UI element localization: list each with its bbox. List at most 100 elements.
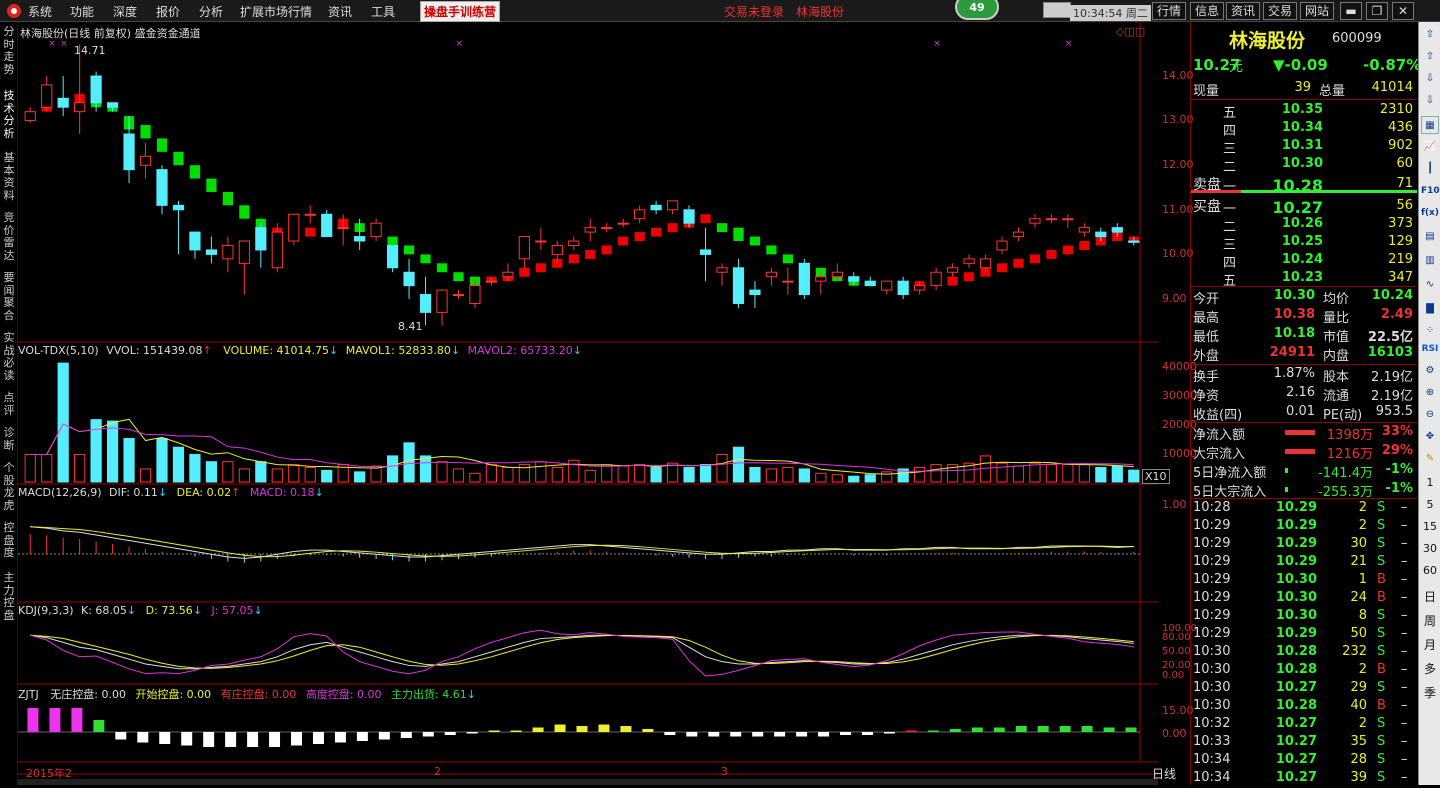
fund-icon[interactable]: F10	[1421, 182, 1440, 200]
menu-system[interactable]: 系统	[28, 3, 52, 20]
tab-technical[interactable]: 技术分析	[1, 89, 17, 150]
fx-icon[interactable]: f(x)	[1421, 204, 1439, 222]
rsi-icon[interactable]: RSI	[1421, 340, 1439, 358]
arrow-down-icon[interactable]: ⇩	[1421, 70, 1439, 88]
bid-volume: 129	[1388, 234, 1413, 249]
nav-info-button[interactable]: 信息	[1190, 2, 1224, 20]
bid-row: 一 10.27 56	[1191, 198, 1417, 217]
chart-icon[interactable]: ▦	[1421, 116, 1439, 134]
period-week[interactable]: 周	[1421, 612, 1439, 630]
login-status[interactable]: 交易未登录	[724, 3, 784, 20]
tab-news-digest[interactable]: 要闻聚合	[1, 271, 17, 332]
menu-tools[interactable]: 工具	[371, 3, 395, 20]
tick-volume: 24	[1350, 590, 1367, 605]
channel-block	[568, 254, 579, 264]
bid-price: 10.26	[1281, 216, 1323, 231]
stat-value: 24911	[1269, 345, 1315, 360]
line-chart-icon[interactable]: 📈	[1421, 138, 1439, 156]
grid-icon[interactable]: ▤	[1421, 228, 1439, 246]
candle-icon[interactable]: ┃	[1421, 160, 1439, 178]
tick-side: S	[1377, 554, 1386, 569]
stat-label: 量比	[1323, 311, 1350, 326]
total-volume: 41014	[1371, 80, 1413, 95]
resize-handle-icon[interactable]	[1043, 2, 1071, 18]
arrow-down-icon[interactable]: ⇩	[1421, 92, 1439, 110]
nav-news-button[interactable]: 资讯	[1226, 2, 1260, 20]
bar-chart-icon[interactable]: ▇	[1421, 300, 1439, 318]
arrow-up-icon[interactable]: ⇧	[1421, 48, 1439, 66]
menu-depth[interactable]: 深度	[113, 3, 137, 20]
last-volume: 39	[1294, 80, 1311, 95]
period-quarter[interactable]: 季	[1421, 684, 1439, 702]
arrow-up-icon[interactable]: ⇧	[1421, 26, 1439, 44]
nav-trade-button[interactable]: 交易	[1263, 2, 1297, 20]
tick-row: 10:29 10.29 50 S –	[1191, 626, 1417, 644]
tick-side: B	[1377, 572, 1386, 587]
volume-bar	[238, 468, 250, 483]
period-15min[interactable]: 15	[1421, 518, 1439, 536]
period-multi[interactable]: 多	[1421, 660, 1439, 678]
dots-icon[interactable]: ⁘	[1421, 322, 1439, 340]
menu-quote[interactable]: 报价	[156, 3, 180, 20]
bars-icon[interactable]: ▥	[1421, 252, 1439, 270]
candle-body	[1012, 231, 1025, 238]
period-5min[interactable]: 5	[1421, 496, 1439, 514]
candle-body	[57, 97, 69, 108]
tab-auction-radar[interactable]: 竞价雷达	[1, 211, 17, 272]
kline-chart-svg[interactable]: × × × ××	[18, 22, 1190, 785]
bottom-tab-strip[interactable]	[18, 779, 1158, 785]
stock-name-link[interactable]: 林海股份	[796, 3, 844, 20]
minimize-icon[interactable]: ▬	[1340, 2, 1362, 20]
channel-block	[782, 254, 793, 264]
tab-diagnosis[interactable]: 诊断	[1, 426, 17, 457]
menu-news[interactable]: 资讯	[328, 3, 352, 20]
chart-area[interactable]: × × × × × 林海股份(日线 前复权) 盛金资金通道 ◇◫◫ 14.71 8.41…	[18, 22, 1197, 785]
menu-extended-market[interactable]: 扩展市场行情	[240, 3, 312, 20]
menu-analysis[interactable]: 分析	[199, 3, 223, 20]
zjtj-bar	[1125, 727, 1137, 732]
tab-fundamentals[interactable]: 基本资料	[1, 151, 17, 212]
tick-side: S	[1377, 734, 1386, 749]
gear-icon[interactable]: ⚙	[1421, 362, 1439, 380]
nav-quotes-button[interactable]: 行情	[1152, 2, 1186, 20]
macd-value: MACD: 0.18	[249, 486, 315, 499]
flow-row: 5日净流入额 -141.4万 -1%	[1191, 462, 1417, 481]
tab-dragon-tiger[interactable]: 个股龙虎	[1, 461, 17, 522]
volume-bar	[255, 461, 267, 483]
chart-options-icon[interactable]: ◇◫◫	[1116, 25, 1145, 38]
stat-value: 10.30	[1273, 288, 1315, 303]
tick-flag: –	[1401, 716, 1408, 731]
tab-intraday[interactable]: 分时走势	[1, 25, 17, 86]
period-60min[interactable]: 60	[1421, 562, 1439, 580]
zoom-in-icon[interactable]: ⊕	[1421, 384, 1439, 402]
period-1min[interactable]: 1	[1421, 474, 1439, 492]
pencil-icon[interactable]: ✎	[1421, 450, 1439, 468]
training-camp-button[interactable]: 操盘手训练营	[420, 1, 501, 22]
stat-label: 今开	[1193, 292, 1220, 307]
menu-function[interactable]: 功能	[70, 3, 94, 20]
nav-website-button[interactable]: 网站	[1300, 2, 1334, 20]
tab-main-control[interactable]: 主力控盘	[1, 571, 17, 632]
tab-control-degree[interactable]: 控盘度	[1, 521, 17, 567]
close-icon[interactable]: ✕	[1392, 2, 1414, 20]
zjtj-bar	[400, 732, 412, 738]
notification-badge[interactable]: 49	[955, 0, 999, 20]
tick-row: 10:28 10.29 2 S –	[1191, 500, 1417, 518]
period-month[interactable]: 月	[1421, 636, 1439, 654]
period-day[interactable]: 日	[1421, 588, 1439, 606]
candle-body	[699, 249, 712, 255]
tick-side: B	[1377, 662, 1386, 677]
macd-dea: DEA: 0.02	[176, 486, 232, 499]
bid-price: 10.23	[1281, 270, 1323, 285]
tick-flag: –	[1401, 770, 1408, 785]
period-30min[interactable]: 30	[1421, 540, 1439, 558]
tab-comment[interactable]: 点评	[1, 391, 17, 422]
restore-icon[interactable]: ❐	[1366, 2, 1388, 20]
volume-bar	[749, 467, 761, 483]
move-icon[interactable]: ✥	[1421, 428, 1439, 446]
ask-price: 10.31	[1281, 138, 1323, 153]
tab-must-read[interactable]: 实战必读	[1, 331, 17, 392]
zoom-out-icon[interactable]: ⊖	[1421, 406, 1439, 424]
wave-icon[interactable]: ∿	[1421, 276, 1439, 294]
tick-volume: 35	[1350, 734, 1367, 749]
